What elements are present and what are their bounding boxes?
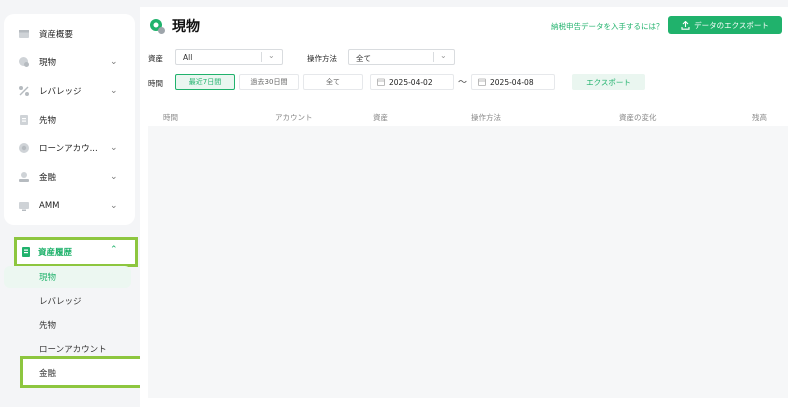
sidebar-subitem-futures[interactable]: 先物 xyxy=(4,314,131,336)
range-7-days-button[interactable]: 最近7日間 xyxy=(175,74,235,90)
sidebar-item-label: 現物 xyxy=(39,58,57,68)
sidebar-subitem-margin[interactable]: レバレッジ xyxy=(4,290,131,312)
export-data-label: データのエクスポート xyxy=(694,20,769,30)
chevron-down-icon: ⌄ xyxy=(110,57,118,67)
amm-icon xyxy=(19,202,29,211)
sidebar-subitem-label: 現物 xyxy=(39,273,57,283)
chevron-down-icon: ⌄ xyxy=(110,172,118,182)
column-header-time: 時間 xyxy=(163,113,178,122)
sidebar-item-label: 先物 xyxy=(39,116,57,126)
time-filter-label: 時間 xyxy=(148,79,163,88)
sidebar-item-futures[interactable]: 先物 xyxy=(4,107,135,133)
operation-select-value: 全て xyxy=(356,54,371,63)
chevron-up-icon: ⌃ xyxy=(110,245,118,255)
sidebar-item-amm[interactable]: AMM ⌄ xyxy=(4,193,135,219)
sidebar-item-spot[interactable]: 現物 ⌄ xyxy=(4,49,135,75)
column-header-asset-change: 資産の変化 xyxy=(619,113,657,122)
sidebar-item-loan[interactable]: ローンアカウ... ⌄ xyxy=(4,135,135,161)
asset-select-value: All xyxy=(183,53,193,62)
calendar-icon xyxy=(377,78,385,86)
sidebar-item-label: 資産概要 xyxy=(39,30,74,40)
operation-filter-label: 操作方法 xyxy=(307,54,337,63)
sidebar-item-label: 金融 xyxy=(39,173,57,183)
chevron-down-icon: ⌄ xyxy=(110,86,118,96)
overview-icon xyxy=(19,30,29,38)
sidebar-item-overview[interactable]: 資産概要 xyxy=(4,21,135,47)
date-from-input[interactable]: 2025-04-02 xyxy=(370,74,454,90)
operation-select[interactable]: 全て ⌄ xyxy=(348,49,455,65)
sidebar-subitem-label: 先物 xyxy=(39,321,57,331)
column-header-account: アカウント xyxy=(275,113,313,122)
select-divider xyxy=(261,52,262,62)
column-header-asset: 資産 xyxy=(373,113,388,122)
sidebar-item-asset-history[interactable]: 資産履歴 ⌃ xyxy=(14,237,138,267)
date-to-input[interactable]: 2025-04-08 xyxy=(471,74,555,90)
sidebar-subitem-finance[interactable]: 金融 xyxy=(20,356,147,388)
chevron-down-icon: ⌄ xyxy=(110,201,118,211)
futures-icon xyxy=(20,115,28,125)
column-header-balance: 残高 xyxy=(752,113,767,122)
sidebar-item-label: レバレッジ xyxy=(39,87,82,97)
sidebar-subitem-label: レバレッジ xyxy=(39,297,82,307)
upload-icon xyxy=(681,20,690,30)
select-divider xyxy=(433,52,434,62)
range-30-days-button[interactable]: 過去30日間 xyxy=(239,74,299,90)
spot-icon xyxy=(150,19,165,34)
export-button[interactable]: エクスポート xyxy=(572,74,645,90)
sidebar-item-label: ローンアカウ... xyxy=(39,144,98,154)
tax-data-link[interactable]: 納税申告データを入手するには？ xyxy=(551,21,664,32)
sidebar-item-margin[interactable]: レバレッジ ⌄ xyxy=(4,78,135,104)
page-title: 現物 xyxy=(172,19,200,35)
sidebar-item-label: 資産履歴 xyxy=(38,248,73,258)
main-panel: 現物 納税申告データを入手するには？ データのエクスポート 資産 All ⌄ 操… xyxy=(140,7,788,407)
asset-filter-label: 資産 xyxy=(148,54,163,63)
sidebar: 資産概要 現物 ⌄ レバレッジ ⌄ 先物 ローンアカウ... ⌄ 金融 ⌄ AM… xyxy=(4,14,135,225)
sidebar-subitem-spot[interactable]: 現物 xyxy=(4,266,131,288)
date-from-value: 2025-04-02 xyxy=(389,78,433,87)
chevron-down-icon: ⌄ xyxy=(268,51,275,60)
spot-icon xyxy=(19,57,29,67)
table-body-empty xyxy=(148,126,788,398)
percent-icon xyxy=(19,86,29,96)
range-all-button[interactable]: 全て xyxy=(303,74,363,90)
sidebar-subitem-label: 金融 xyxy=(39,369,57,379)
chevron-down-icon: ⌄ xyxy=(440,51,447,60)
date-range-separator: ～ xyxy=(458,78,468,88)
loan-icon xyxy=(19,143,29,153)
export-data-button[interactable]: データのエクスポート xyxy=(668,16,782,34)
date-to-value: 2025-04-08 xyxy=(490,78,534,87)
sidebar-subitem-label: ローンアカウント xyxy=(39,345,107,355)
history-icon xyxy=(22,247,30,257)
calendar-icon xyxy=(478,78,486,86)
sidebar-item-finance[interactable]: 金融 ⌄ xyxy=(4,164,135,190)
chevron-down-icon: ⌄ xyxy=(110,143,118,153)
table-header: 時間 アカウント 資産 操作方法 資産の変化 残高 xyxy=(148,108,780,126)
finance-icon xyxy=(19,172,29,182)
asset-select[interactable]: All ⌄ xyxy=(175,49,283,65)
sidebar-item-label: AMM xyxy=(39,201,60,211)
column-header-operation: 操作方法 xyxy=(471,113,501,122)
